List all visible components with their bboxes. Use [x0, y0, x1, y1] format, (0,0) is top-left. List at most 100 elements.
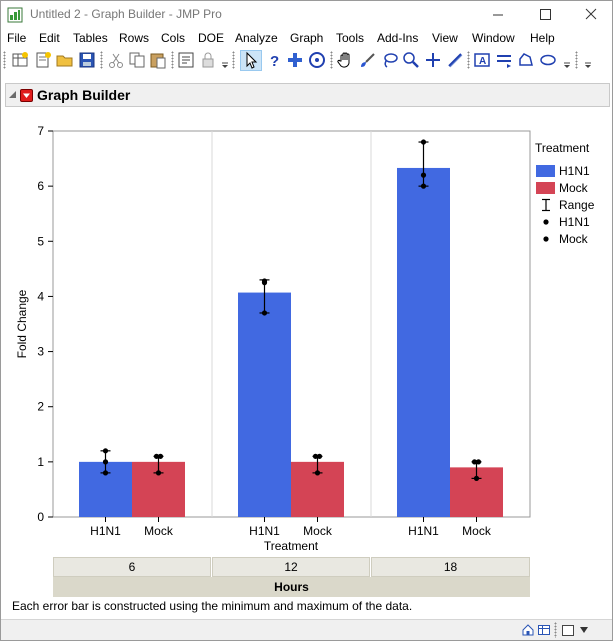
- menu-file[interactable]: File: [7, 31, 26, 45]
- cut-icon[interactable]: [107, 51, 125, 69]
- svg-text:?: ?: [270, 53, 279, 69]
- maximize-icon: [540, 9, 551, 20]
- arrow-tool-icon[interactable]: [242, 51, 260, 69]
- chevron-down-icon[interactable]: [579, 625, 589, 635]
- menu-help[interactable]: Help: [530, 31, 555, 45]
- toolbar-grip[interactable]: [3, 51, 6, 69]
- data-point[interactable]: [157, 453, 164, 459]
- line-style-tool-icon[interactable]: [495, 51, 513, 69]
- lock-icon[interactable]: [199, 51, 217, 69]
- open-folder-icon[interactable]: [56, 51, 74, 69]
- close-icon: [585, 8, 597, 20]
- jmp-window: Untitled 2 - Graph Builder - JMP Pro Fil…: [0, 0, 613, 641]
- data-point[interactable]: [314, 470, 321, 476]
- plot-frame: [52, 130, 531, 518]
- magnifier-tool-icon[interactable]: [402, 51, 420, 69]
- minimize-button[interactable]: [475, 1, 521, 29]
- legend-item-mock-bar[interactable]: Mock: [535, 180, 613, 196]
- legend-label: Mock: [559, 181, 588, 195]
- oval-tool-icon[interactable]: [539, 51, 557, 69]
- help-tool-icon[interactable]: ?: [265, 51, 283, 69]
- menu-rows[interactable]: Rows: [119, 31, 149, 45]
- brush-tool-icon[interactable]: [359, 51, 377, 69]
- data-point[interactable]: [420, 172, 427, 178]
- menu-analyze[interactable]: Analyze: [235, 31, 278, 45]
- script-editor-icon[interactable]: [177, 51, 195, 69]
- legend-label: Mock: [559, 232, 588, 246]
- svg-text:A: A: [479, 56, 486, 67]
- legend-item-mock-points[interactable]: Mock: [535, 231, 613, 247]
- menu-doe[interactable]: DOE: [198, 31, 224, 45]
- menu-edit[interactable]: Edit: [39, 31, 60, 45]
- report-outline-header: Graph Builder: [5, 83, 610, 107]
- lasso-tool-icon[interactable]: [381, 51, 399, 69]
- menu-window[interactable]: Window: [472, 31, 515, 45]
- group-label-18[interactable]: 18: [371, 557, 530, 577]
- menu-cols[interactable]: Cols: [161, 31, 185, 45]
- toolbar: ? A: [1, 48, 612, 72]
- grabber-hand-icon[interactable]: [337, 51, 355, 69]
- bar-h1n1-12[interactable]: [238, 292, 291, 517]
- annotate-tool-icon[interactable]: A: [473, 51, 491, 69]
- legend-item-range[interactable]: Range: [535, 197, 613, 213]
- new-script-icon[interactable]: [34, 51, 52, 69]
- report-title: Graph Builder: [37, 87, 131, 103]
- window-list-icon[interactable]: [561, 623, 575, 637]
- point-marker-icon: [543, 236, 549, 242]
- line-tool-icon[interactable]: [446, 51, 464, 69]
- legend-title: Treatment: [535, 141, 590, 155]
- title-bar: Untitled 2 - Graph Builder - JMP Pro: [1, 1, 612, 29]
- data-point[interactable]: [475, 459, 482, 465]
- close-button[interactable]: [568, 1, 613, 29]
- scroller-tool-icon[interactable]: [308, 51, 326, 69]
- crosshair-tool-icon[interactable]: [424, 51, 442, 69]
- data-table-icon[interactable]: [537, 623, 551, 637]
- bar-h1n1-18[interactable]: [397, 167, 450, 517]
- window-title: Untitled 2 - Graph Builder - JMP Pro: [30, 7, 222, 21]
- selection-tool-icon[interactable]: [286, 51, 304, 69]
- legend-item-h1n1-points[interactable]: H1N1: [535, 214, 613, 230]
- copy-icon[interactable]: [128, 51, 146, 69]
- group-label-12[interactable]: 12: [212, 557, 370, 577]
- jmp-app-icon: [7, 7, 23, 23]
- data-point[interactable]: [102, 448, 109, 454]
- disclosure-triangle-icon[interactable]: [8, 90, 18, 100]
- red-triangle-menu-button[interactable]: [20, 89, 33, 102]
- footnote: Each error bar is constructed using the …: [12, 599, 413, 613]
- data-point[interactable]: [261, 310, 268, 316]
- save-icon[interactable]: [78, 51, 96, 69]
- y-axis-title[interactable]: Fold Change: [15, 289, 29, 358]
- toolbar-overflow-icon-2[interactable]: [562, 51, 572, 69]
- menu-view[interactable]: View: [432, 31, 458, 45]
- polygon-tool-icon[interactable]: [517, 51, 535, 69]
- data-point[interactable]: [473, 475, 480, 481]
- toolbar-overflow-icon[interactable]: [220, 51, 230, 69]
- data-point[interactable]: [155, 470, 162, 476]
- legend-label: Range: [559, 198, 595, 212]
- menu-add-ins[interactable]: Add-Ins: [377, 31, 418, 45]
- group-by-title[interactable]: Hours: [53, 577, 530, 597]
- legend-item-h1n1-bar[interactable]: H1N1: [535, 163, 613, 179]
- y-tick-label: 6: [37, 179, 44, 193]
- data-point[interactable]: [102, 459, 109, 465]
- toolbar-overflow-icon-3[interactable]: [583, 51, 593, 69]
- new-data-table-icon[interactable]: [11, 51, 29, 69]
- error-bar-icon: [542, 198, 550, 212]
- data-point[interactable]: [420, 183, 427, 189]
- group-label-6[interactable]: 6: [53, 557, 211, 577]
- y-tick-label: 3: [37, 345, 44, 359]
- legend-label: H1N1: [559, 215, 590, 229]
- data-point[interactable]: [261, 278, 268, 284]
- data-point[interactable]: [316, 453, 323, 459]
- data-point[interactable]: [102, 470, 109, 476]
- x-axis-title[interactable]: Treatment: [264, 539, 319, 553]
- paste-icon[interactable]: [149, 51, 167, 69]
- menu-graph[interactable]: Graph: [290, 31, 323, 45]
- home-icon[interactable]: [521, 623, 535, 637]
- data-point[interactable]: [420, 139, 427, 145]
- y-tick-label: 2: [37, 400, 44, 414]
- menu-tools[interactable]: Tools: [336, 31, 364, 45]
- x-tick-label: Mock: [144, 524, 174, 538]
- maximize-button[interactable]: [522, 1, 568, 29]
- menu-tables[interactable]: Tables: [73, 31, 108, 45]
